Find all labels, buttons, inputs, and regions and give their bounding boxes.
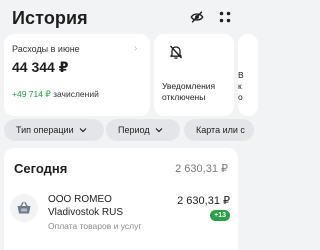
transaction-amount: 2 630,31 ₽ (177, 195, 230, 207)
period-label: Период (118, 125, 150, 135)
notifications-line2: отключены (162, 92, 206, 102)
chevron-down-icon (155, 128, 163, 133)
peek-line3: о (238, 92, 243, 102)
income-label: зачислений (53, 89, 99, 99)
period-filter[interactable]: Период (106, 119, 180, 141)
notifications-line1: Уведомления (162, 81, 216, 91)
chevron-down-icon (79, 128, 87, 133)
eye-off-icon[interactable] (190, 10, 204, 24)
spending-card[interactable]: Расходы в июне › 44 344 ₽ +49 714 ₽ зачи… (4, 34, 150, 116)
day-title: Сегодня (14, 161, 68, 176)
page-title: История (12, 8, 88, 28)
operation-type-label: Тип операции (16, 125, 74, 135)
spending-label: Расходы в июне (12, 44, 80, 54)
merchant-name-line1: ООО ROMEO (48, 194, 112, 205)
chevron-right-icon: › (134, 43, 138, 54)
merchant-name-line2: Vladivostok RUS (48, 206, 124, 218)
shopping-basket-icon (17, 201, 31, 214)
grid-icon[interactable] (218, 10, 232, 24)
peek-text: В к о (238, 70, 244, 103)
income-summary: +49 714 ₽ зачислений (12, 89, 99, 100)
next-card-peek[interactable]: В к о (238, 34, 258, 116)
day-total: 2 630,31 ₽ (175, 163, 228, 175)
filter-bar: Тип операции Период Карта или с (0, 119, 254, 141)
operation-type-filter[interactable]: Тип операции (4, 119, 104, 141)
notifications-status: Уведомления отключены (162, 81, 215, 103)
card-filter-label: Карта или с (196, 125, 245, 135)
income-amount: +49 714 ₽ (12, 89, 51, 99)
notifications-card[interactable]: Уведомления отключены (154, 34, 234, 116)
page-header: История (0, 0, 242, 34)
transaction-category: Оплата товаров и услуг (48, 221, 142, 231)
cashback-badge: +13 (210, 210, 230, 221)
peek-line2: к (238, 81, 242, 91)
merchant-name: ООО ROMEO Vladivostok RUS (48, 194, 158, 219)
spending-amount: 44 344 ₽ (12, 59, 69, 75)
bell-off-icon (170, 45, 182, 59)
card-filter[interactable]: Карта или с (184, 119, 254, 141)
merchant-avatar (10, 194, 38, 222)
transactions-list: Сегодня 2 630,31 ₽ ООО ROMEO Vladivostok… (4, 148, 238, 250)
peek-line1: В (238, 70, 244, 80)
summary-cards: Расходы в июне › 44 344 ₽ +49 714 ₽ зачи… (0, 34, 258, 116)
